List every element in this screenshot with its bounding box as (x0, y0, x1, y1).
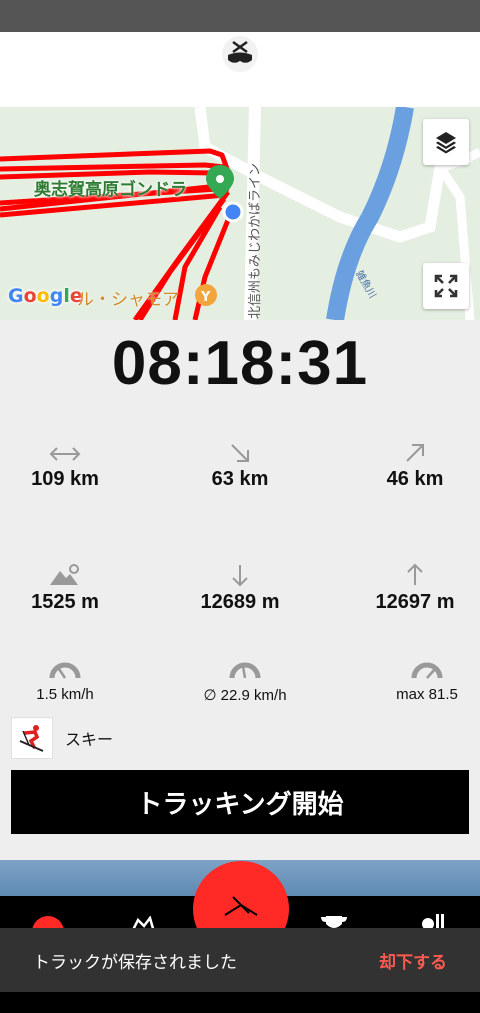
current-location-icon (222, 201, 244, 223)
altitude-value: 1525 m (31, 591, 99, 613)
app-root: Y 奥志賀高原ゴンドラ 北信州もみじわかばライン 雑魚川 Google ル・シャ… (0, 0, 480, 1013)
stat-average-speed: ∅ 22.9 km/h (165, 650, 325, 704)
activity-selector[interactable]: スキー (11, 716, 113, 760)
map-place-label: 奥志賀高原ゴンドラ (34, 180, 187, 200)
stat-descent: 12689 m (160, 557, 320, 614)
average-speed-value: ∅ 22.9 km/h (203, 687, 287, 704)
fullscreen-button[interactable] (423, 263, 469, 309)
map-poi-label: ル・シャモア (77, 290, 179, 310)
app-header (0, 32, 480, 107)
arrow-down-icon (232, 565, 248, 587)
arrow-down-right-icon (231, 444, 249, 462)
stat-current-speed: 1.5 km/h (0, 650, 145, 703)
stat-total-distance: 109 km (0, 434, 145, 491)
speedometer-icon (49, 662, 81, 679)
uphill-distance-value: 46 km (386, 468, 444, 490)
stat-uphill-distance: 46 km (335, 434, 480, 491)
arrow-up-right-icon (406, 444, 424, 462)
mountain-pin-icon (50, 564, 79, 585)
snackbar: トラックが保存されました 却下する (0, 928, 480, 992)
speedometer-icon (411, 662, 443, 679)
status-bar (0, 0, 480, 32)
layers-button[interactable] (423, 119, 469, 165)
elapsed-time: 08:18:31 (111, 329, 369, 398)
app-logo (222, 36, 258, 72)
descent-value: 12689 m (200, 591, 280, 613)
stat-altitude: 1525 m (0, 557, 145, 614)
arrow-up-icon (407, 563, 423, 585)
current-speed-value: 1.5 km/h (36, 686, 94, 703)
dismiss-button[interactable]: 却下する (379, 948, 447, 973)
speedometer-icon (229, 662, 261, 679)
total-distance-value: 109 km (31, 468, 99, 490)
tracking-panel: 08:18:31 109 km 63 km 46 km 1525 m 12689… (0, 320, 480, 860)
map-view[interactable]: Y 奥志賀高原ゴンドラ 北信州もみじわかばライン 雑魚川 Google ル・シャ… (0, 107, 480, 320)
activity-label: スキー (65, 730, 114, 749)
start-tracking-button[interactable]: トラッキング開始 (11, 770, 469, 834)
layers-icon (436, 132, 456, 154)
max-speed-value: max 81.5 (396, 686, 458, 703)
activity-icon (11, 717, 53, 759)
ski-tracks-icon (224, 896, 258, 916)
skier-icon (19, 725, 44, 752)
downhill-distance-value: 63 km (211, 468, 269, 490)
snackbar-message: トラックが保存されました (33, 952, 237, 973)
expand-icon (434, 274, 458, 298)
system-nav-bar (0, 992, 480, 1013)
stat-ascent: 12697 m (335, 557, 480, 614)
goggles-logo-icon (228, 40, 252, 63)
svg-text:Y: Y (200, 290, 211, 305)
stat-downhill-distance: 63 km (160, 434, 320, 491)
horizontal-arrows-icon (49, 447, 81, 461)
google-attribution: Google (8, 285, 83, 307)
map-road-label: 北信州もみじわかばライン (248, 162, 263, 319)
stat-max-speed: max 81.5 (347, 650, 480, 703)
ascent-value: 12697 m (375, 591, 455, 613)
